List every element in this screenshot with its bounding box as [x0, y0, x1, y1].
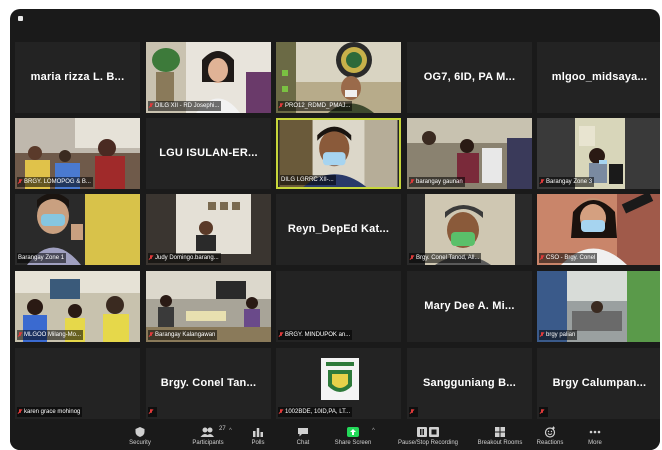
breakout-rooms-icon	[495, 427, 505, 437]
participant-label: DILG XII - RD Josephi...	[148, 101, 222, 111]
muted-mic-icon	[18, 179, 22, 185]
participant-tile[interactable]: Brgy. Conel Tanod, All...	[407, 194, 532, 265]
share-screen-icon	[347, 427, 359, 437]
participant-label: MLGOO Milang-Mo...	[17, 330, 84, 340]
muted-mic-icon	[410, 179, 414, 185]
participant-label: DILG LGRRC XII-...	[280, 175, 336, 185]
participant-label	[409, 407, 418, 417]
participant-tile[interactable]: DILG XII - RD Josephi...	[146, 42, 271, 113]
participants-count: 27	[219, 426, 226, 432]
muted-mic-icon	[18, 332, 22, 338]
muted-mic-icon	[540, 255, 544, 261]
participant-tile-active-speaker[interactable]: DILG LGRRC XII-...	[276, 118, 401, 189]
participant-tile[interactable]: Brgy Calumpan...	[537, 348, 660, 419]
participant-tile[interactable]: BRGY. MINDUPOK an...	[276, 271, 401, 342]
window-indicator	[18, 16, 23, 21]
participant-tile[interactable]: 1002BDE, 10ID,PA, LT...	[276, 348, 401, 419]
participant-label: Brgy. Conel Tanod, All...	[409, 253, 482, 263]
pause-stop-recording-button[interactable]: Pause/Stop Recording	[388, 426, 468, 446]
participant-tile[interactable]: Mary Dee A. Mi...	[407, 271, 532, 342]
participant-tile[interactable]: Barangay Kalangawan	[146, 271, 271, 342]
participant-tile[interactable]: karen grace mohinog	[15, 348, 140, 419]
participant-label: karen grace mohinog	[17, 407, 83, 417]
participant-name: Mary Dee A. Mi...	[424, 299, 515, 312]
muted-mic-icon	[149, 255, 153, 261]
participant-label	[148, 407, 157, 417]
participant-label: CSO - Brgy. Conel	[539, 253, 598, 263]
participant-tile[interactable]: Brgy. Conel Tan...	[146, 348, 271, 419]
participants-icon	[200, 427, 214, 437]
participant-tile[interactable]: LGU ISULAN-ER...	[146, 118, 271, 189]
participant-label: Barangay Zone 3	[539, 177, 595, 187]
participant-tile[interactable]: BRGY. LOMOPOG & B...	[15, 118, 140, 189]
participant-tile[interactable]: OG7, 6ID, PA M...	[407, 42, 532, 113]
participant-label: barangay gaunan	[409, 177, 465, 187]
participant-tile[interactable]: MLGOO Milang-Mo...	[15, 271, 140, 342]
muted-mic-icon	[410, 255, 414, 261]
participant-label: BRGY. LOMOPOG & B...	[17, 177, 93, 187]
participant-tile[interactable]: Sangguniang B...	[407, 348, 532, 419]
participant-name: Brgy. Conel Tan...	[160, 376, 257, 389]
participant-tile[interactable]: Barangay Zone 1	[15, 194, 140, 265]
participant-label: PRO12_RDMD_PMAJ...	[278, 101, 353, 111]
participant-tile[interactable]: PRO12_RDMD_PMAJ...	[276, 42, 401, 113]
participant-tile[interactable]: mlgoo_midsaya...	[537, 42, 660, 113]
muted-mic-icon	[279, 103, 283, 109]
shield-icon	[135, 427, 145, 437]
participant-tile[interactable]: Barangay Zone 3	[537, 118, 660, 189]
more-button[interactable]: More	[565, 426, 625, 446]
more-icon	[589, 430, 601, 434]
participant-name: LGU ISULAN-ER...	[159, 146, 258, 159]
muted-mic-icon	[18, 409, 22, 415]
participant-label: BRGY. MINDUPOK an...	[278, 330, 353, 340]
gallery-view: maria rizza L. B... DILG XII - RD Joseph…	[13, 42, 660, 424]
zoom-window: maria rizza L. B... DILG XII - RD Joseph…	[10, 9, 660, 450]
security-button[interactable]: Security	[110, 426, 170, 446]
pause-stop-icon	[417, 427, 439, 437]
muted-mic-icon	[410, 409, 414, 415]
participant-tile[interactable]: brgy palian	[537, 271, 660, 342]
meeting-toolbar: Security Participants 27 ^ Polls Chat Sh…	[10, 424, 660, 450]
muted-mic-icon	[279, 332, 283, 338]
muted-mic-icon	[149, 409, 153, 415]
participant-label: Judy Domingo.barang...	[148, 253, 221, 263]
participant-tile[interactable]: maria rizza L. B...	[15, 42, 140, 113]
participant-name: Brgy Calumpan...	[552, 376, 647, 389]
polls-icon	[253, 428, 263, 437]
muted-mic-icon	[540, 332, 544, 338]
participant-label: Barangay Zone 1	[17, 253, 67, 263]
participant-name: Sangguniang B...	[422, 376, 517, 389]
participant-name: mlgoo_midsaya...	[551, 70, 648, 83]
participant-tile[interactable]: Judy Domingo.barang...	[146, 194, 271, 265]
chevron-up-icon[interactable]: ^	[372, 428, 375, 434]
muted-mic-icon	[279, 409, 283, 415]
muted-mic-icon	[149, 332, 153, 338]
participant-name: OG7, 6ID, PA M...	[423, 70, 516, 83]
participant-name: maria rizza L. B...	[30, 70, 125, 83]
participant-label: brgy palian	[539, 330, 578, 340]
participant-tile[interactable]: barangay gaunan	[407, 118, 532, 189]
participant-label: Barangay Kalangawan	[148, 330, 218, 340]
muted-mic-icon	[540, 179, 544, 185]
muted-mic-icon	[149, 103, 153, 109]
muted-mic-icon	[540, 409, 544, 415]
participant-tile[interactable]: Reyn_DepEd Kat...	[276, 194, 401, 265]
participant-label: 1002BDE, 10ID,PA, LT...	[278, 407, 353, 417]
chat-icon	[298, 428, 308, 437]
participant-tile[interactable]: CSO - Brgy. Conel	[537, 194, 660, 265]
participant-name: Reyn_DepEd Kat...	[287, 222, 390, 235]
participant-label	[539, 407, 548, 417]
reactions-icon	[544, 426, 556, 438]
